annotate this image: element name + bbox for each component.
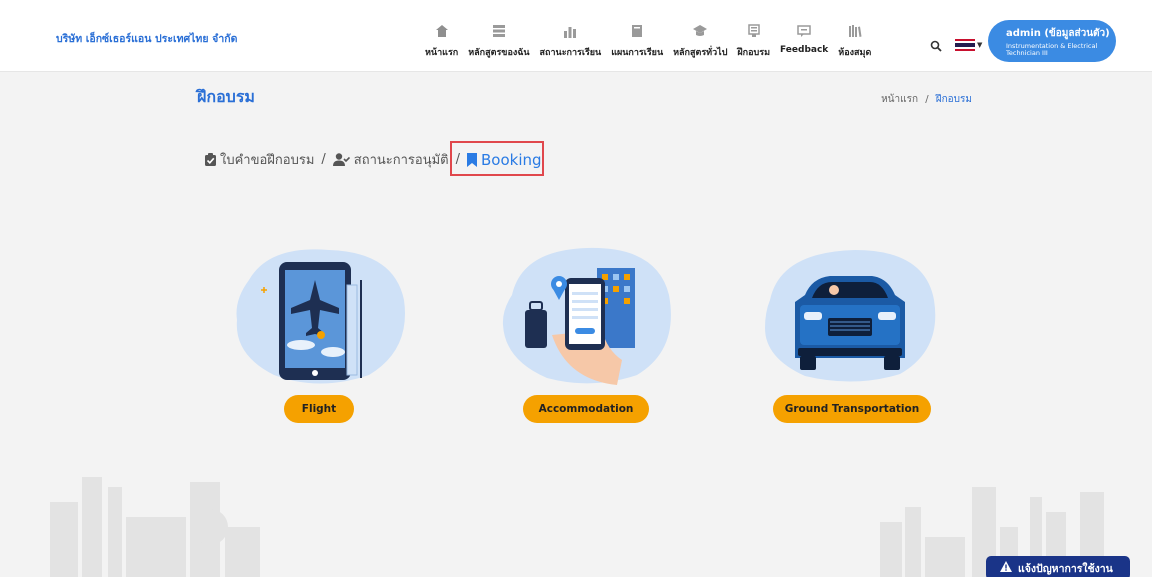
user-name: admin (ข้อมูลส่วนตัว) — [1006, 28, 1110, 39]
library-icon — [846, 22, 864, 40]
feedback-icon — [795, 22, 813, 40]
nav-label: แผนการเรียน — [611, 48, 664, 58]
accommodation-button[interactable]: Accommodation — [523, 395, 649, 423]
user-role: Instrumentation & Electrical Technician … — [1006, 42, 1098, 57]
step-separator: / — [455, 152, 461, 167]
report-issue-label: แจ้งปัญหาการใช้งาน — [1018, 562, 1113, 575]
bookmark-icon — [467, 152, 478, 167]
main-nav: หน้าแรก หลักสูตรของฉัน สถานะการเรียน แผน… — [420, 22, 876, 62]
step-request-form[interactable]: ใบคำขอฝึกอบรม — [205, 149, 314, 170]
graduation-cap-icon — [691, 22, 709, 40]
nav-label: Feedback — [780, 45, 829, 55]
step-separator: / — [321, 152, 326, 167]
nav-training[interactable]: ฝึกอบรม — [732, 22, 775, 62]
clipboard-check-icon — [205, 153, 216, 166]
flight-button[interactable]: Flight — [284, 395, 354, 423]
step-label: Booking — [481, 150, 542, 169]
factory-background-illustration — [50, 477, 1104, 577]
nav-my-courses[interactable]: หลักสูตรของฉัน — [463, 22, 534, 62]
breadcrumb-current: ฝึกอบรม — [935, 94, 972, 105]
breadcrumb-home[interactable]: หน้าแรก — [881, 94, 918, 105]
step-booking[interactable]: Booking — [467, 151, 542, 169]
page-title: ฝึกอบรม — [197, 87, 255, 106]
nav-general-courses[interactable]: หลักสูตรทั่วไป — [668, 22, 732, 62]
breadcrumb: หน้าแรก / ฝึกอบรม — [881, 92, 972, 107]
nav-home[interactable]: หน้าแรก — [420, 22, 463, 62]
user-check-icon — [332, 153, 350, 166]
nav-label: ฝึกอบรม — [737, 48, 771, 58]
breadcrumb-separator: / — [925, 94, 929, 105]
nav-label: ห้องสมุด — [838, 48, 872, 58]
booking-steps: ใบคำขอฝึกอบรม / สถานะการอนุมัติ / Bookin… — [205, 149, 542, 170]
flight-illustration — [236, 249, 405, 384]
report-issue-button[interactable]: แจ้งปัญหาการใช้งาน — [986, 556, 1130, 577]
ground-transport-button[interactable]: Ground Transportation — [773, 395, 931, 423]
list-icon — [490, 22, 508, 40]
training-icon — [745, 22, 763, 40]
home-icon — [433, 22, 451, 40]
car-illustration — [765, 250, 936, 382]
company-name[interactable]: บริษัท เอ็กซ์เธอร์แอน ประเทศไทย จำกัด — [56, 30, 237, 47]
nav-learning-status[interactable]: สถานะการเรียน — [535, 22, 607, 62]
warning-icon — [1000, 561, 1012, 575]
stats-icon — [561, 22, 579, 40]
user-profile-button[interactable]: admin (ข้อมูลส่วนตัว) Instrumentation & … — [988, 20, 1116, 62]
top-header: บริษัท เอ็กซ์เธอร์แอน ประเทศไทย จำกัด หน… — [0, 0, 1152, 72]
nav-learning-plan[interactable]: แผนการเรียน — [606, 22, 668, 62]
nav-feedback[interactable]: Feedback — [775, 22, 833, 62]
step-label: ใบคำขอฝึกอบรม — [220, 153, 315, 168]
search-icon[interactable] — [930, 37, 942, 52]
nav-label: หลักสูตรของฉัน — [468, 48, 530, 58]
nav-label: หลักสูตรทั่วไป — [673, 48, 728, 58]
nav-label: หน้าแรก — [425, 48, 459, 58]
chevron-down-icon[interactable]: ▼ — [977, 41, 982, 49]
nav-library[interactable]: ห้องสมุด — [833, 22, 876, 62]
nav-label: สถานะการเรียน — [539, 48, 602, 58]
accommodation-illustration — [502, 247, 671, 385]
step-approval-status[interactable]: สถานะการอนุมัติ — [332, 149, 449, 170]
step-label: สถานะการอนุมัติ — [353, 153, 449, 168]
thai-flag-icon[interactable] — [955, 39, 975, 51]
book-icon — [628, 22, 646, 40]
